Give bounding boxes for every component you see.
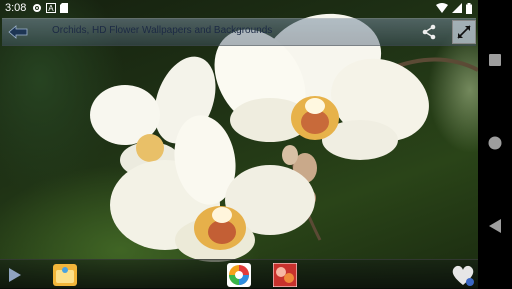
bottom-toolbar bbox=[0, 259, 478, 289]
recents-square-icon[interactable] bbox=[485, 50, 505, 70]
status-bar: 3:08 A bbox=[0, 0, 478, 18]
back-triangle-icon[interactable] bbox=[485, 216, 505, 236]
wifi-icon bbox=[436, 3, 448, 17]
heart-icon[interactable] bbox=[450, 263, 476, 286]
sd-card-icon bbox=[60, 3, 68, 16]
settings-icon bbox=[32, 3, 42, 16]
battery-icon bbox=[466, 3, 472, 17]
status-time: 3:08 bbox=[5, 2, 27, 14]
notification-a-icon: A bbox=[46, 3, 56, 16]
expand-icon[interactable] bbox=[452, 20, 476, 44]
color-wheel-icon[interactable] bbox=[226, 262, 252, 287]
page-title: Orchids, HD Flower Wallpapers and Backgr… bbox=[52, 25, 273, 36]
svg-text:A: A bbox=[48, 4, 54, 13]
back-arrow-icon[interactable] bbox=[6, 22, 30, 42]
action-bar: Orchids, HD Flower Wallpapers and Backgr… bbox=[2, 18, 476, 46]
folder-app-icon[interactable] bbox=[52, 263, 78, 286]
flowers-app-icon[interactable] bbox=[272, 262, 298, 287]
share-icon[interactable] bbox=[418, 22, 440, 42]
navigation-bar bbox=[478, 0, 512, 288]
home-circle-icon[interactable] bbox=[485, 133, 505, 153]
signal-icon bbox=[452, 3, 462, 17]
play-icon[interactable] bbox=[6, 263, 24, 286]
